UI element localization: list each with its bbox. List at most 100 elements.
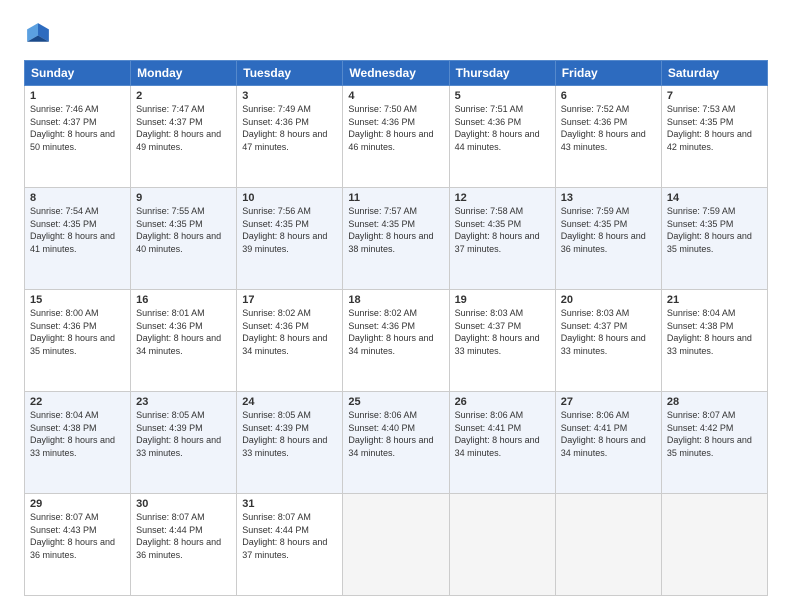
day-number: 6 — [561, 90, 656, 102]
day-cell: 2Sunrise: 7:47 AMSunset: 4:37 PMDaylight… — [131, 86, 237, 188]
day-number: 15 — [30, 294, 125, 306]
column-header-wednesday: Wednesday — [343, 61, 449, 86]
day-info: Sunrise: 7:51 AMSunset: 4:36 PMDaylight:… — [455, 103, 550, 153]
day-number: 26 — [455, 396, 550, 408]
header-row: SundayMondayTuesdayWednesdayThursdayFrid… — [25, 61, 768, 86]
column-header-sunday: Sunday — [25, 61, 131, 86]
day-cell: 14Sunrise: 7:59 AMSunset: 4:35 PMDayligh… — [661, 188, 767, 290]
day-info: Sunrise: 8:02 AMSunset: 4:36 PMDaylight:… — [348, 307, 443, 357]
day-info: Sunrise: 8:07 AMSunset: 4:44 PMDaylight:… — [136, 511, 231, 561]
day-cell: 16Sunrise: 8:01 AMSunset: 4:36 PMDayligh… — [131, 290, 237, 392]
column-header-saturday: Saturday — [661, 61, 767, 86]
day-info: Sunrise: 7:52 AMSunset: 4:36 PMDaylight:… — [561, 103, 656, 153]
week-row-2: 8Sunrise: 7:54 AMSunset: 4:35 PMDaylight… — [25, 188, 768, 290]
day-cell — [343, 494, 449, 596]
day-number: 25 — [348, 396, 443, 408]
day-number: 9 — [136, 192, 231, 204]
column-header-thursday: Thursday — [449, 61, 555, 86]
day-cell — [449, 494, 555, 596]
day-number: 31 — [242, 498, 337, 510]
day-number: 22 — [30, 396, 125, 408]
day-cell: 25Sunrise: 8:06 AMSunset: 4:40 PMDayligh… — [343, 392, 449, 494]
day-cell: 4Sunrise: 7:50 AMSunset: 4:36 PMDaylight… — [343, 86, 449, 188]
logo-icon — [24, 20, 52, 48]
day-cell: 31Sunrise: 8:07 AMSunset: 4:44 PMDayligh… — [237, 494, 343, 596]
day-number: 30 — [136, 498, 231, 510]
day-cell: 3Sunrise: 7:49 AMSunset: 4:36 PMDaylight… — [237, 86, 343, 188]
day-number: 23 — [136, 396, 231, 408]
day-info: Sunrise: 8:07 AMSunset: 4:44 PMDaylight:… — [242, 511, 337, 561]
day-info: Sunrise: 8:05 AMSunset: 4:39 PMDaylight:… — [242, 409, 337, 459]
day-info: Sunrise: 7:57 AMSunset: 4:35 PMDaylight:… — [348, 205, 443, 255]
day-cell: 7Sunrise: 7:53 AMSunset: 4:35 PMDaylight… — [661, 86, 767, 188]
day-info: Sunrise: 8:06 AMSunset: 4:41 PMDaylight:… — [561, 409, 656, 459]
day-number: 7 — [667, 90, 762, 102]
day-number: 11 — [348, 192, 443, 204]
day-info: Sunrise: 8:04 AMSunset: 4:38 PMDaylight:… — [667, 307, 762, 357]
day-cell: 29Sunrise: 8:07 AMSunset: 4:43 PMDayligh… — [25, 494, 131, 596]
day-number: 24 — [242, 396, 337, 408]
day-cell — [661, 494, 767, 596]
day-number: 19 — [455, 294, 550, 306]
day-number: 20 — [561, 294, 656, 306]
week-row-3: 15Sunrise: 8:00 AMSunset: 4:36 PMDayligh… — [25, 290, 768, 392]
page: SundayMondayTuesdayWednesdayThursdayFrid… — [0, 0, 792, 612]
day-cell: 15Sunrise: 8:00 AMSunset: 4:36 PMDayligh… — [25, 290, 131, 392]
day-number: 13 — [561, 192, 656, 204]
day-cell: 20Sunrise: 8:03 AMSunset: 4:37 PMDayligh… — [555, 290, 661, 392]
day-cell: 12Sunrise: 7:58 AMSunset: 4:35 PMDayligh… — [449, 188, 555, 290]
day-cell: 23Sunrise: 8:05 AMSunset: 4:39 PMDayligh… — [131, 392, 237, 494]
day-cell: 1Sunrise: 7:46 AMSunset: 4:37 PMDaylight… — [25, 86, 131, 188]
day-info: Sunrise: 7:47 AMSunset: 4:37 PMDaylight:… — [136, 103, 231, 153]
day-info: Sunrise: 8:07 AMSunset: 4:42 PMDaylight:… — [667, 409, 762, 459]
day-cell: 6Sunrise: 7:52 AMSunset: 4:36 PMDaylight… — [555, 86, 661, 188]
logo — [24, 20, 56, 48]
day-info: Sunrise: 7:59 AMSunset: 4:35 PMDaylight:… — [667, 205, 762, 255]
column-header-tuesday: Tuesday — [237, 61, 343, 86]
day-info: Sunrise: 8:03 AMSunset: 4:37 PMDaylight:… — [455, 307, 550, 357]
day-number: 2 — [136, 90, 231, 102]
column-header-monday: Monday — [131, 61, 237, 86]
day-number: 3 — [242, 90, 337, 102]
day-number: 14 — [667, 192, 762, 204]
day-cell: 22Sunrise: 8:04 AMSunset: 4:38 PMDayligh… — [25, 392, 131, 494]
day-info: Sunrise: 8:06 AMSunset: 4:41 PMDaylight:… — [455, 409, 550, 459]
day-cell: 26Sunrise: 8:06 AMSunset: 4:41 PMDayligh… — [449, 392, 555, 494]
calendar-body: 1Sunrise: 7:46 AMSunset: 4:37 PMDaylight… — [25, 86, 768, 596]
header — [24, 20, 768, 48]
day-cell: 18Sunrise: 8:02 AMSunset: 4:36 PMDayligh… — [343, 290, 449, 392]
day-info: Sunrise: 7:55 AMSunset: 4:35 PMDaylight:… — [136, 205, 231, 255]
day-number: 17 — [242, 294, 337, 306]
day-info: Sunrise: 7:50 AMSunset: 4:36 PMDaylight:… — [348, 103, 443, 153]
day-cell — [555, 494, 661, 596]
day-number: 27 — [561, 396, 656, 408]
day-info: Sunrise: 7:56 AMSunset: 4:35 PMDaylight:… — [242, 205, 337, 255]
day-cell: 24Sunrise: 8:05 AMSunset: 4:39 PMDayligh… — [237, 392, 343, 494]
calendar-header: SundayMondayTuesdayWednesdayThursdayFrid… — [25, 61, 768, 86]
day-number: 8 — [30, 192, 125, 204]
day-number: 5 — [455, 90, 550, 102]
day-cell: 8Sunrise: 7:54 AMSunset: 4:35 PMDaylight… — [25, 188, 131, 290]
day-info: Sunrise: 8:03 AMSunset: 4:37 PMDaylight:… — [561, 307, 656, 357]
week-row-5: 29Sunrise: 8:07 AMSunset: 4:43 PMDayligh… — [25, 494, 768, 596]
column-header-friday: Friday — [555, 61, 661, 86]
day-cell: 10Sunrise: 7:56 AMSunset: 4:35 PMDayligh… — [237, 188, 343, 290]
day-number: 12 — [455, 192, 550, 204]
day-cell: 5Sunrise: 7:51 AMSunset: 4:36 PMDaylight… — [449, 86, 555, 188]
day-cell: 9Sunrise: 7:55 AMSunset: 4:35 PMDaylight… — [131, 188, 237, 290]
day-number: 21 — [667, 294, 762, 306]
day-cell: 19Sunrise: 8:03 AMSunset: 4:37 PMDayligh… — [449, 290, 555, 392]
day-info: Sunrise: 8:02 AMSunset: 4:36 PMDaylight:… — [242, 307, 337, 357]
day-number: 18 — [348, 294, 443, 306]
day-number: 29 — [30, 498, 125, 510]
day-cell: 11Sunrise: 7:57 AMSunset: 4:35 PMDayligh… — [343, 188, 449, 290]
day-number: 4 — [348, 90, 443, 102]
day-cell: 27Sunrise: 8:06 AMSunset: 4:41 PMDayligh… — [555, 392, 661, 494]
day-cell: 17Sunrise: 8:02 AMSunset: 4:36 PMDayligh… — [237, 290, 343, 392]
week-row-4: 22Sunrise: 8:04 AMSunset: 4:38 PMDayligh… — [25, 392, 768, 494]
day-number: 1 — [30, 90, 125, 102]
day-cell: 13Sunrise: 7:59 AMSunset: 4:35 PMDayligh… — [555, 188, 661, 290]
day-info: Sunrise: 7:53 AMSunset: 4:35 PMDaylight:… — [667, 103, 762, 153]
day-number: 10 — [242, 192, 337, 204]
day-info: Sunrise: 8:01 AMSunset: 4:36 PMDaylight:… — [136, 307, 231, 357]
